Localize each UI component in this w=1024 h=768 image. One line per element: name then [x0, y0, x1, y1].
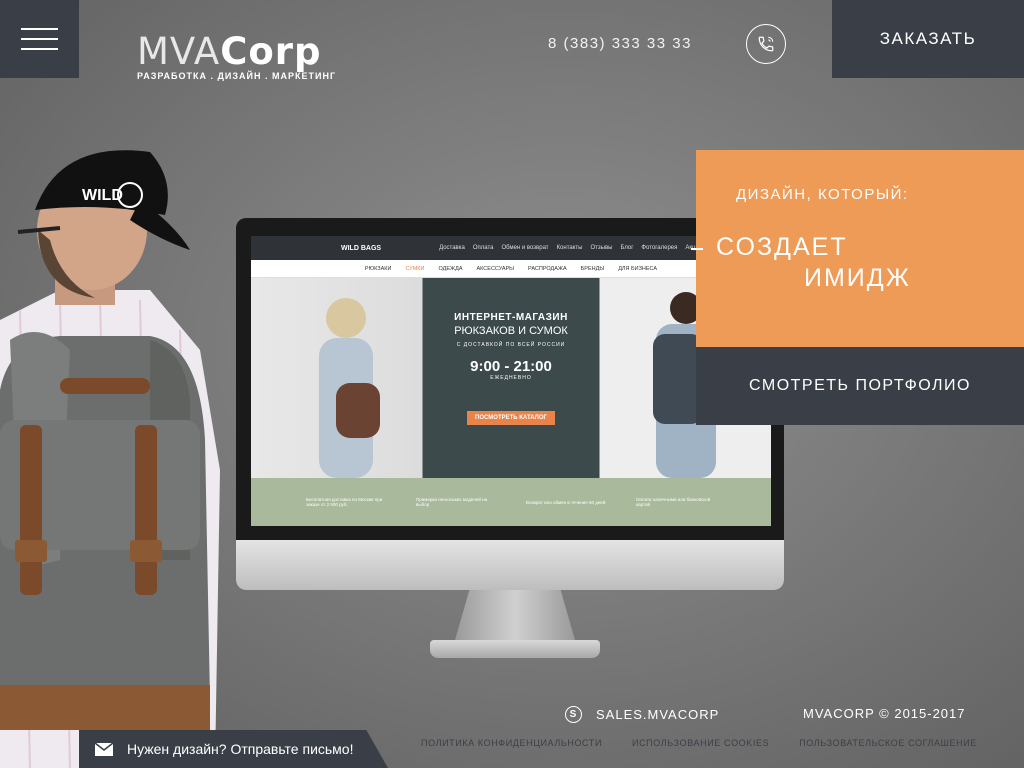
monitor-screen: WILD BAGS Доставка Оплата Обмен и возвра…: [251, 236, 771, 526]
screen-nav-item: ДЛЯ БИЗНЕСА: [618, 265, 658, 272]
screen-feature: Возврат или обмен в течение 60 дней: [526, 499, 606, 505]
screen-top-link: Обмен и возврат: [501, 245, 549, 251]
tagline-dash: [691, 248, 703, 250]
screen-top-link: Блог: [620, 245, 634, 251]
user-agreement-link[interactable]: ПОЛЬЗОВАТЕЛЬСКОЕ СОГЛАШЕНИЕ: [799, 738, 977, 748]
screen-top-link: Оплата: [472, 245, 494, 251]
skype-icon: S: [565, 706, 582, 723]
screen-features: Бесплатная доставка по Москве при заказе…: [251, 478, 771, 526]
screen-feature: Примерка нескольких моделей на выбор: [416, 497, 488, 507]
phone-icon: [758, 36, 774, 52]
hero-tagline-panel: ДИЗАЙН, КОТОРЫЙ: СОЗДАЕТ ИМИДЖ: [691, 150, 1024, 347]
hamburger-icon-line: [21, 38, 58, 40]
screen-nav-item: РЮКЗАКИ: [364, 265, 392, 272]
monitor-chin: [236, 540, 784, 590]
hamburger-icon: [21, 28, 58, 30]
screen-promo-daily: ЕЖЕДНЕВНО: [490, 375, 532, 381]
send-email-button[interactable]: Нужен дизайн? Отправьте письмо!: [79, 730, 388, 768]
logo[interactable]: MVACorp РАЗРАБОТКА . ДИЗАЙН . МАРКЕТИНГ: [137, 30, 337, 81]
screen-promo-title: ИНТЕРНЕТ-МАГАЗИН: [454, 312, 568, 323]
screen-top-link: Контакты: [556, 245, 583, 251]
call-button[interactable]: [746, 24, 786, 64]
screen-feature: Бесплатная доставка по Москве при заказе…: [306, 497, 383, 507]
screen-nav-item: РАСПРОДАЖА: [528, 265, 567, 272]
monitor-base: [430, 640, 600, 658]
screen-hero: ИНТЕРНЕТ-МАГАЗИН РЮКЗАКОВ И СУМОК С ДОСТ…: [251, 278, 771, 478]
send-email-label: Нужен дизайн? Отправьте письмо!: [127, 741, 354, 757]
logo-text: MVACorp: [137, 30, 322, 73]
screen-top-link: Доставка: [439, 245, 465, 251]
tagline-line-2: ИМИДЖ: [804, 264, 911, 292]
screen-nav: РЮКЗАКИ СУМКИ ОДЕЖДА АКСЕССУАРЫ РАСПРОДА…: [251, 260, 771, 278]
monitor-stand: [455, 590, 575, 640]
skype-contact[interactable]: S SALES.MVACORP: [565, 706, 719, 723]
screen-nav-item: АКСЕССУАРЫ: [476, 265, 515, 272]
screen-top-link: Отзывы: [590, 245, 613, 251]
envelope-icon: [95, 742, 113, 756]
screen-promo-hours: 9:00 - 21:00: [470, 358, 552, 375]
screen-promo-subtitle: РЮКЗАКОВ И СУМОК: [454, 325, 568, 337]
copyright: MVACORP © 2015-2017: [803, 706, 966, 721]
footer-links: ПОЛИТИКА КОНФИДЕНЦИАЛЬНОСТИ ИСПОЛЬЗОВАНИ…: [421, 738, 977, 748]
order-button[interactable]: ЗАКАЗАТЬ: [832, 0, 1024, 78]
privacy-policy-link[interactable]: ПОЛИТИКА КОНФИДЕНЦИАЛЬНОСТИ: [421, 738, 602, 748]
screen-promo-delivery: С ДОСТАВКОЙ ПО ВСЕЙ РОССИИ: [456, 342, 566, 348]
screen-nav-item: БРЕНДЫ: [580, 265, 605, 272]
screen-nav-item: СУМКИ: [405, 265, 425, 272]
screen-brand: WILD BAGS: [341, 244, 382, 252]
logo-tagline: РАЗРАБОТКА . ДИЗАЙН . МАРКЕТИНГ: [137, 71, 337, 81]
skype-login: SALES.MVACORP: [596, 707, 720, 722]
hamburger-icon-line: [21, 48, 58, 50]
screen-promo: ИНТЕРНЕТ-МАГАЗИН РЮКЗАКОВ И СУМОК С ДОСТ…: [424, 278, 598, 478]
screen-model-left: [319, 298, 380, 478]
screen-top-link: Фотогалерея: [641, 245, 678, 251]
portfolio-button[interactable]: СМОТРЕТЬ ПОРТФОЛИО: [696, 347, 1024, 425]
cookies-link[interactable]: ИСПОЛЬЗОВАНИЕ COOKIES: [632, 738, 769, 748]
screen-nav-item: ОДЕЖДА: [438, 265, 463, 272]
tagline-intro: ДИЗАЙН, КОТОРЫЙ:: [736, 186, 909, 203]
menu-button[interactable]: [0, 0, 79, 78]
screen-feature: Оплата наличными или банковской картой: [636, 497, 711, 507]
model-with-backpack: WILD: [0, 150, 220, 768]
screen-promo-cta: ПОСМОТРЕТЬ КАТАЛОГ: [467, 411, 555, 425]
phone-number[interactable]: 8 (383) 333 33 33: [548, 35, 692, 52]
svg-text:WILD: WILD: [82, 187, 123, 204]
tagline-line-1: СОЗДАЕТ: [716, 233, 848, 261]
